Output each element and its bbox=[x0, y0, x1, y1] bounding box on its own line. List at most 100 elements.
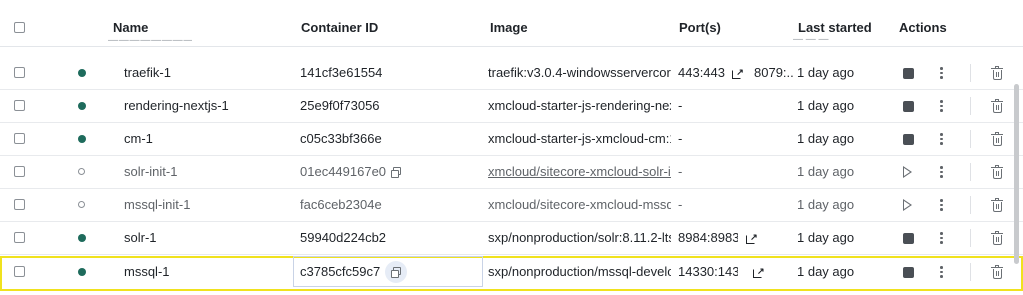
action-divider bbox=[970, 97, 971, 115]
ports[interactable]: 14330:1433 bbox=[678, 256, 738, 287]
stop-icon[interactable] bbox=[903, 68, 914, 79]
trash-icon[interactable] bbox=[991, 99, 1003, 113]
header-container-id[interactable]: Container ID bbox=[301, 20, 378, 35]
trash-line bbox=[997, 237, 999, 242]
image-name: xmcloud-starter-js-xmcloud-cm:1 bbox=[488, 131, 671, 146]
more-vertical-icon[interactable] bbox=[940, 232, 943, 244]
last-started: 1 day ago bbox=[797, 264, 855, 279]
table-row[interactable]: solr-init-1 01ec449167e0 xmcloud/sitecore-… bbox=[0, 156, 1023, 189]
play-icon[interactable] bbox=[903, 166, 912, 178]
row-checkbox[interactable] bbox=[14, 67, 25, 78]
last-started: 1 day ago bbox=[797, 98, 855, 113]
container-name[interactable]: solr-1 bbox=[124, 222, 294, 253]
container-id: 01ec449167e0 bbox=[300, 164, 387, 179]
container-name[interactable]: cm-1 bbox=[124, 123, 294, 154]
trash-line bbox=[995, 72, 997, 77]
header-ports[interactable]: Port(s) bbox=[679, 20, 721, 35]
action-divider bbox=[970, 196, 971, 214]
kebab-dot bbox=[940, 241, 943, 244]
trash-line bbox=[997, 72, 999, 77]
container-name[interactable]: traefik-1 bbox=[124, 57, 294, 88]
ports: - bbox=[678, 98, 683, 113]
external-link-arrow: ↗ bbox=[750, 232, 758, 242]
more-vertical-icon[interactable] bbox=[940, 67, 943, 79]
kebab-dot bbox=[940, 208, 943, 211]
vertical-scrollbar[interactable] bbox=[1014, 84, 1019, 264]
stop-icon[interactable] bbox=[903, 233, 914, 244]
more-vertical-icon[interactable] bbox=[940, 266, 943, 278]
container-name[interactable]: rendering-nextjs-1 bbox=[124, 90, 294, 121]
scrolled-row-remnant-2: — — — bbox=[793, 38, 829, 45]
kebab-dot bbox=[940, 67, 943, 70]
trash-icon[interactable] bbox=[991, 231, 1003, 245]
more-vertical-icon[interactable] bbox=[940, 100, 943, 112]
row-checkbox[interactable] bbox=[14, 199, 25, 210]
trash-line bbox=[997, 271, 999, 276]
stop-icon[interactable] bbox=[903, 101, 914, 112]
trash-line bbox=[995, 204, 997, 209]
status-running-icon bbox=[78, 69, 86, 77]
trash-line bbox=[995, 138, 997, 143]
external-link-icon[interactable]: ↗ bbox=[746, 232, 758, 244]
container-id: 59940d224cb2 bbox=[300, 230, 387, 245]
trash-line bbox=[997, 171, 999, 176]
more-vertical-icon[interactable] bbox=[940, 166, 943, 178]
more-vertical-icon[interactable] bbox=[940, 133, 943, 145]
header-image[interactable]: Image bbox=[490, 20, 528, 35]
image-name[interactable]: xmcloud/sitecore-xmcloud-solr-in bbox=[488, 156, 671, 187]
trash-line bbox=[997, 204, 999, 209]
status-running-icon bbox=[78, 268, 86, 276]
header-last-started[interactable]: Last started bbox=[798, 20, 872, 35]
last-started: 1 day ago bbox=[797, 197, 855, 212]
row-checkbox[interactable] bbox=[14, 232, 25, 243]
select-all-checkbox[interactable] bbox=[14, 22, 25, 33]
container-name[interactable]: mssql-init-1 bbox=[124, 189, 294, 220]
row-checkbox[interactable] bbox=[14, 266, 25, 277]
more-vertical-icon[interactable] bbox=[940, 199, 943, 211]
copy-icon[interactable] bbox=[391, 167, 401, 178]
trash-icon[interactable] bbox=[991, 165, 1003, 179]
container-id: fac6ceb2304e bbox=[300, 197, 382, 212]
trash-line bbox=[997, 105, 999, 110]
row-checkbox[interactable] bbox=[14, 100, 25, 111]
table-row[interactable]: mssql-1 c3785cfc59c7 sxp/nonproduction/mss… bbox=[0, 256, 1023, 291]
last-started: 1 day ago bbox=[797, 65, 855, 80]
container-name[interactable]: solr-init-1 bbox=[124, 156, 294, 187]
kebab-dot bbox=[940, 232, 943, 235]
trash-line bbox=[995, 271, 997, 276]
external-link-arrow: ↗ bbox=[757, 266, 765, 276]
header-actions: Actions bbox=[899, 20, 947, 35]
table-row[interactable]: solr-1 59940d224cb2 sxp/nonproduction/solr… bbox=[0, 222, 1023, 255]
container-id: 141cf3e61554 bbox=[300, 65, 383, 80]
stop-icon[interactable] bbox=[903, 134, 914, 145]
ports[interactable]: 443:443 bbox=[678, 57, 738, 88]
trash-icon[interactable] bbox=[991, 66, 1003, 80]
copy-icon[interactable] bbox=[391, 267, 401, 278]
ports: - bbox=[678, 131, 683, 146]
play-icon[interactable] bbox=[903, 199, 912, 211]
status-running-icon bbox=[78, 135, 86, 143]
image-name: sxp/nonproduction/mssql-develo bbox=[488, 264, 671, 279]
external-link-icon[interactable]: ↗ bbox=[732, 68, 744, 79]
status-running-icon bbox=[78, 234, 86, 242]
row-checkbox[interactable] bbox=[14, 133, 25, 144]
kebab-dot bbox=[940, 109, 943, 112]
trash-line bbox=[995, 237, 997, 242]
trash-icon[interactable] bbox=[991, 132, 1003, 146]
trash-line bbox=[995, 171, 997, 176]
external-link-icon[interactable]: ↗ bbox=[753, 266, 765, 278]
container-id: 25e9f0f73056 bbox=[300, 98, 380, 113]
trash-icon[interactable] bbox=[991, 265, 1003, 279]
table-row[interactable]: rendering-nextjs-1 25e9f0f73056 xmcloud-st… bbox=[0, 90, 1023, 123]
trash-icon[interactable] bbox=[991, 198, 1003, 212]
row-checkbox[interactable] bbox=[14, 166, 25, 177]
table-row[interactable]: traefik-1 141cf3e61554 traefik:v3.0.4-wind… bbox=[0, 57, 1023, 90]
container-name[interactable]: mssql-1 bbox=[124, 256, 294, 287]
stop-icon[interactable] bbox=[903, 267, 914, 278]
status-running-icon bbox=[78, 102, 86, 110]
table-row[interactable]: cm-1 c05c33bf366e xmcloud-starter-js-xmclo… bbox=[0, 123, 1023, 156]
table-row[interactable]: mssql-init-1 fac6ceb2304e xmcloud/sitecore… bbox=[0, 189, 1023, 222]
image-name: traefik:v3.0.4-windowsservercore bbox=[488, 65, 671, 80]
ports[interactable]: 8984:8983 bbox=[678, 222, 738, 253]
header-name[interactable]: Name bbox=[113, 20, 148, 35]
